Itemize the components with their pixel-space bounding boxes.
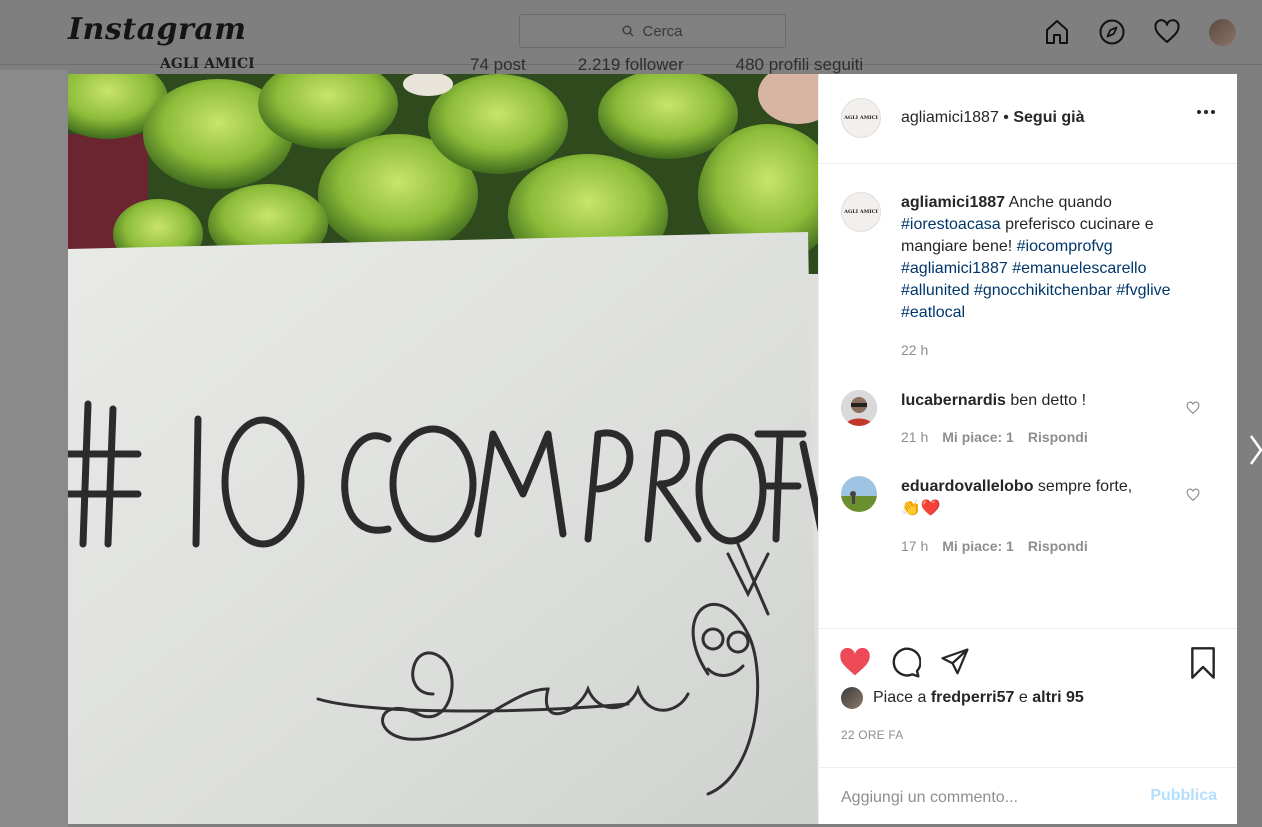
comment-text: sempre forte, (1037, 478, 1133, 495)
author-avatar-logo: AGLI AMICI (844, 115, 878, 121)
like-heart-icon[interactable] (839, 647, 871, 677)
liker-avatar[interactable] (841, 687, 863, 709)
search-icon (622, 25, 634, 37)
likes-conjunction: e (1018, 689, 1028, 706)
background-following-count: 480 profili seguiti (735, 55, 864, 74)
hashtag-agliamici1887[interactable]: #agliamici1887 (901, 260, 1008, 277)
caption-avatar-logo: AGLI AMICI (844, 209, 878, 215)
hashtag-allunited[interactable]: #allunited (901, 282, 970, 299)
comment-reply-button[interactable]: Rispondi (1028, 429, 1088, 445)
comment-like-heart-icon[interactable] (1186, 488, 1200, 502)
post-caption: agliamici1887 Anche quando #iorestoacasa… (901, 192, 1201, 324)
caption-author-avatar[interactable]: AGLI AMICI (841, 192, 881, 232)
comment-like-heart-icon[interactable] (1186, 401, 1200, 415)
follow-status-button[interactable]: Segui già (1013, 109, 1084, 126)
comment-meta: 21 h Mi piace: 1 Rispondi (901, 429, 1088, 445)
next-post-arrow[interactable] (1248, 433, 1262, 472)
instagram-logo[interactable]: Instagram (68, 12, 247, 47)
comment-text: ben detto ! (1010, 392, 1087, 409)
photo-image (68, 74, 818, 824)
more-options-icon[interactable] (1197, 110, 1215, 114)
hashtag-gnocchikitchenbar[interactable]: #gnocchikitchenbar (974, 282, 1112, 299)
add-comment-bar: Pubblica (819, 767, 1237, 826)
caption-username[interactable]: agliamici1887 (901, 194, 1005, 211)
comment-time[interactable]: 21 h (901, 429, 928, 445)
explore-icon[interactable] (1096, 16, 1128, 48)
background-grid (0, 70, 68, 827)
add-comment-input[interactable] (839, 782, 1133, 814)
author-avatar[interactable]: AGLI AMICI (841, 98, 881, 138)
comment-emoji: 👏❤️ (901, 500, 941, 517)
share-send-icon[interactable] (939, 647, 971, 677)
background-profile-logo: AGLI AMICI (160, 56, 255, 72)
other-likes-link[interactable]: altri 95 (1032, 689, 1084, 706)
search-box[interactable]: Cerca (519, 14, 786, 48)
post-timestamp[interactable]: 22 ORE FA (841, 728, 904, 742)
liker-username[interactable]: fredperri57 (931, 689, 1015, 706)
likes-prefix: Piace a (873, 689, 927, 706)
caption-time[interactable]: 22 h (901, 342, 928, 358)
background-profile-stats: 74 post 2.219 follower 480 profili segui… (470, 55, 863, 75)
header-separator: • (998, 109, 1014, 126)
hashtag-iocomprofvg[interactable]: #iocomprofvg (1017, 238, 1113, 255)
hashtag-emanuelescarello[interactable]: #emanuelescarello (1012, 260, 1146, 277)
comment-meta: 17 h Mi piace: 1 Rispondi (901, 538, 1088, 554)
comment-username[interactable]: lucabernardis (901, 392, 1006, 409)
hashtag-eatlocal[interactable]: #eatlocal (901, 304, 965, 321)
background-followers-count: 2.219 follower (577, 55, 684, 74)
comment-item: eduardovallelobo sempre forte, 👏❤️ (901, 476, 1201, 520)
publish-comment-button[interactable]: Pubblica (1150, 787, 1217, 805)
comment-likes-count[interactable]: Mi piace: 1 (942, 538, 1014, 554)
profile-avatar[interactable] (1206, 16, 1238, 48)
activity-heart-icon[interactable] (1151, 16, 1183, 48)
comment-avatar[interactable] (841, 390, 877, 426)
comment-item: lucabernardis ben detto ! (901, 390, 1201, 412)
post-actions: Piace a fredperri57 e altri 95 22 ORE FA… (819, 628, 1237, 825)
comment-time[interactable]: 17 h (901, 538, 928, 554)
likes-summary: Piace a fredperri57 e altri 95 (841, 687, 1084, 709)
hashtag-iorestoacasa[interactable]: #iorestoacasa (901, 216, 1001, 233)
home-icon[interactable] (1041, 16, 1073, 48)
hashtag-fvglive[interactable]: #fvglive (1116, 282, 1170, 299)
background-posts-count: 74 post (470, 55, 526, 74)
comment-reply-button[interactable]: Rispondi (1028, 538, 1088, 554)
post-photo[interactable] (68, 74, 818, 824)
search-placeholder: Cerca (642, 22, 683, 40)
save-bookmark-icon[interactable] (1189, 647, 1217, 679)
post-header-title: agliamici1887 • Segui già (901, 109, 1084, 127)
comment-bubble-icon[interactable] (889, 647, 921, 679)
post-side-panel: AGLI AMICI agliamici1887 • Segui già AGL… (818, 74, 1237, 824)
caption-text-1: Anche quando (1008, 194, 1112, 211)
comment-avatar[interactable] (841, 476, 877, 512)
comment-username[interactable]: eduardovallelobo (901, 478, 1033, 495)
author-username[interactable]: agliamici1887 (901, 109, 999, 126)
post-header: AGLI AMICI agliamici1887 • Segui già (819, 74, 1237, 164)
comment-likes-count[interactable]: Mi piace: 1 (942, 429, 1014, 445)
chevron-right-icon (1249, 435, 1262, 465)
